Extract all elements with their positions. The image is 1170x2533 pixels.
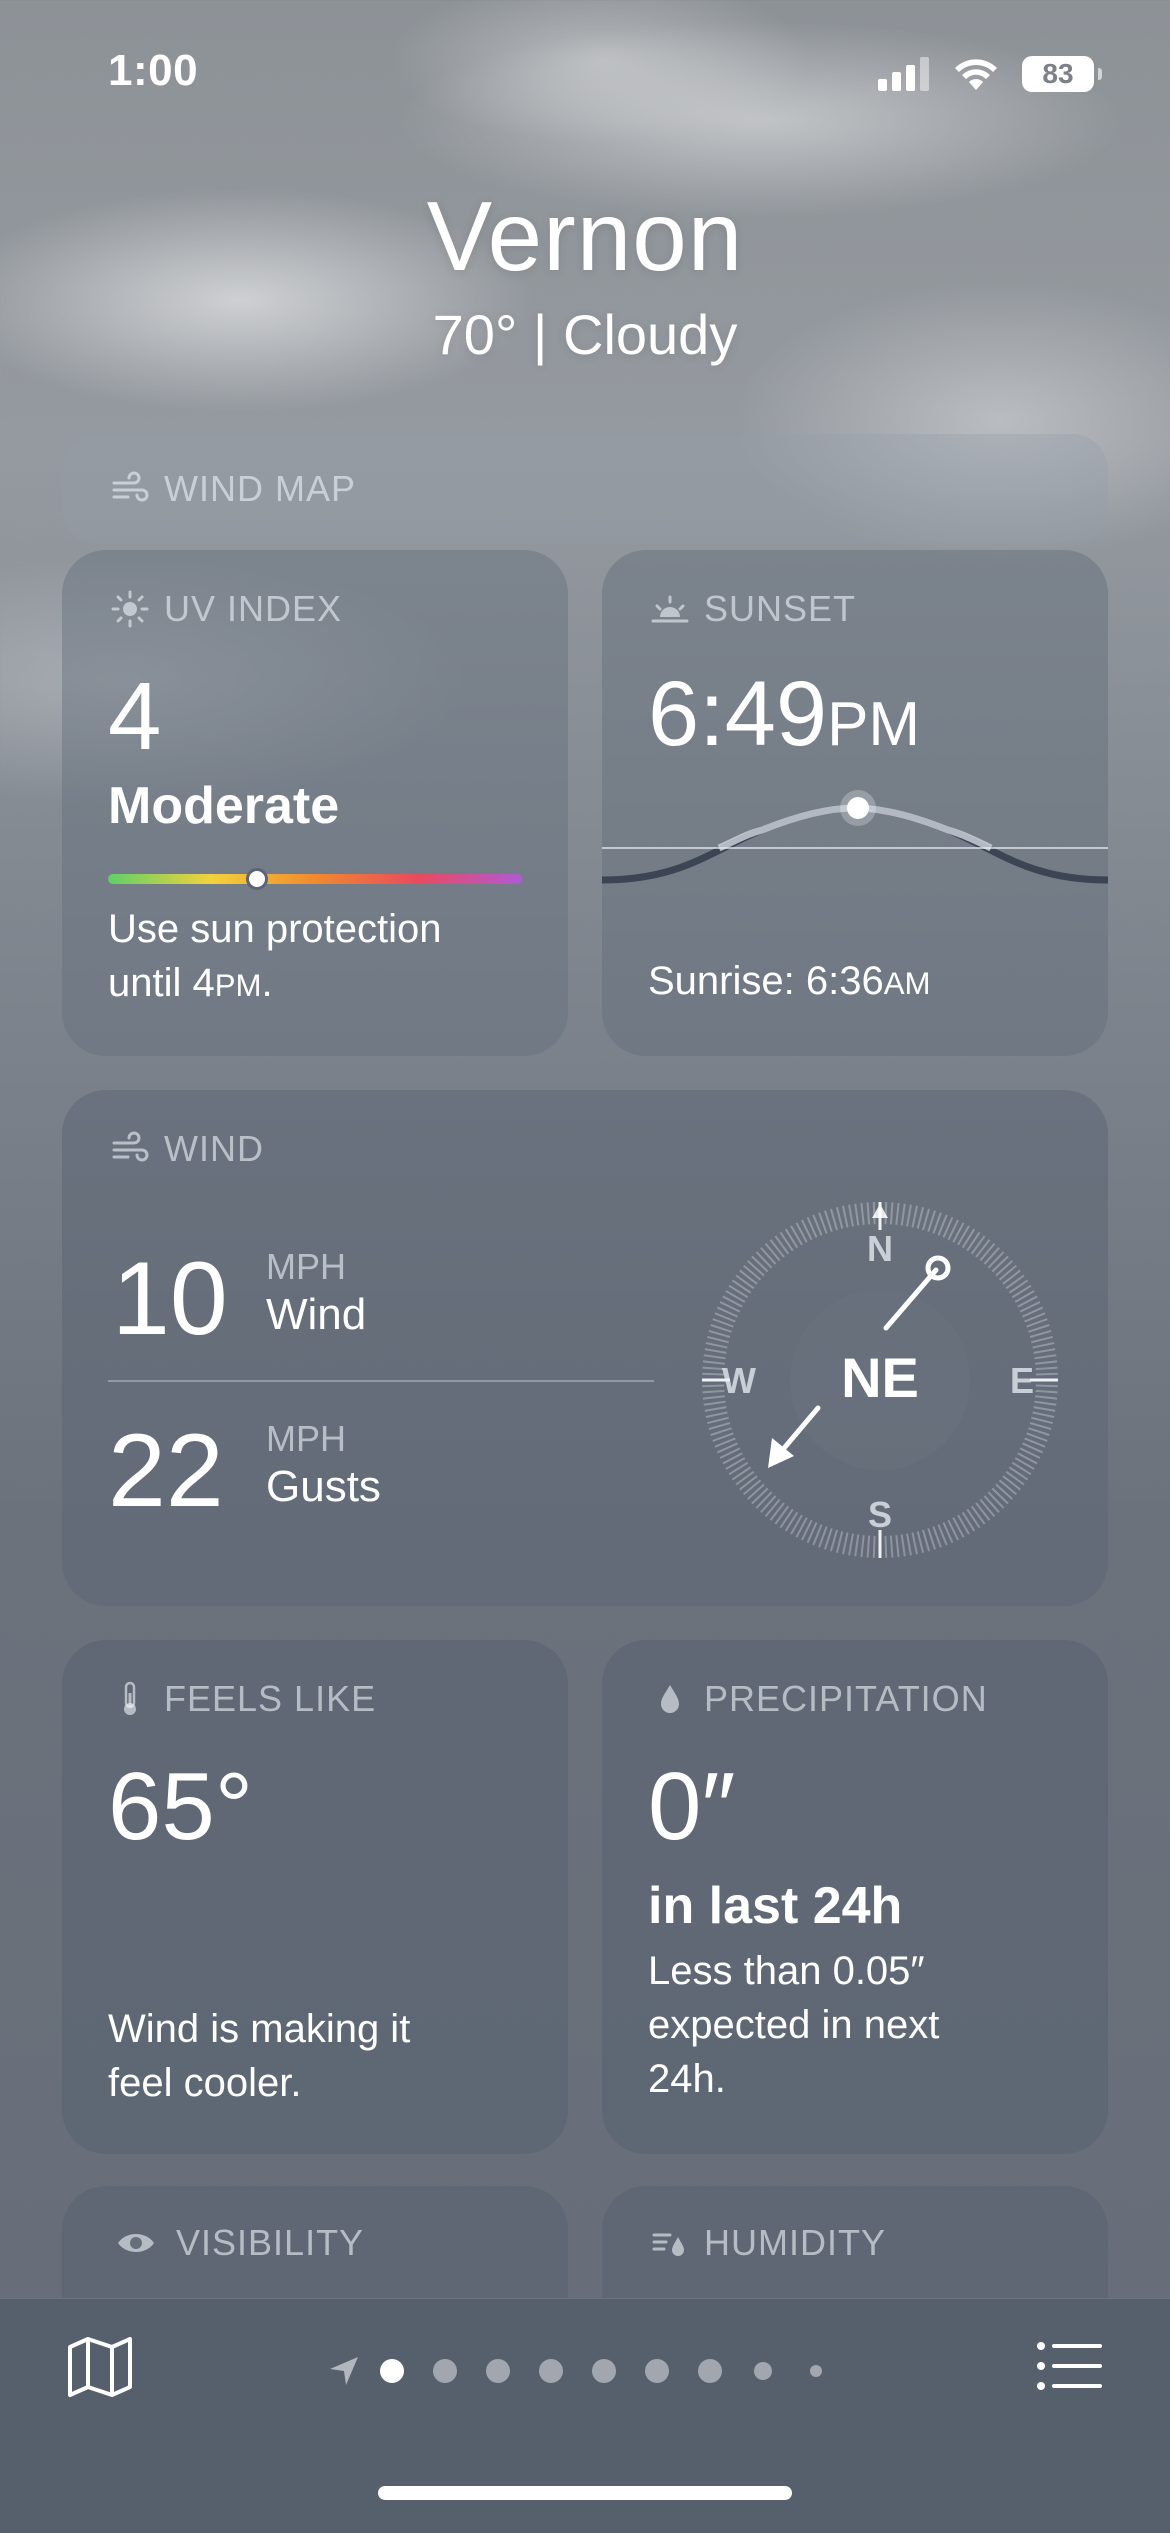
sunrise-time: Sunrise: 6:36AM <box>648 959 931 1003</box>
map-icon[interactable] <box>66 2335 134 2399</box>
feels-like-value: 65° <box>108 1753 254 1860</box>
thermometer-icon <box>124 1681 136 1715</box>
home-indicator[interactable] <box>378 2486 792 2500</box>
feels-like-label: FEELS LIKE <box>164 1678 377 1719</box>
wind-header: WIND <box>110 1128 264 1170</box>
precipitation-description: Less than 0.05″ expected in next 24h. <box>648 1944 939 2106</box>
list-icon[interactable] <box>1036 2341 1102 2391</box>
wind-divider <box>108 1380 654 1382</box>
wind-speed-value: 10 <box>112 1241 228 1357</box>
wind-compass: NE N E S W <box>700 1200 1060 1560</box>
feels-like-card[interactable]: FEELS LIKE 65° Wind is making it feel co… <box>62 1640 568 2154</box>
feels-like-description: Wind is making it feel cooler. <box>108 2002 410 2110</box>
sunset-header: SUNSET <box>650 588 856 630</box>
eye-icon <box>118 2234 154 2252</box>
cellular-signal-icon <box>878 57 929 91</box>
page-dot[interactable] <box>645 2359 669 2383</box>
uv-index-card[interactable]: UV INDEX 4 Moderate Use sun protection u… <box>62 550 568 1056</box>
precip-desc-line2: expected in next <box>648 2003 940 2047</box>
uv-desc-line1: Use sun protection <box>108 907 442 951</box>
uv-desc-line2: until 4PM. <box>108 961 273 1005</box>
feels-like-header: FEELS LIKE <box>110 1678 376 1720</box>
precipitation-value: 0″ <box>648 1753 736 1860</box>
wind-speed-unit: MPH <box>266 1246 346 1287</box>
page-dot[interactable] <box>592 2359 616 2383</box>
visibility-label: VISIBILITY <box>176 2222 365 2263</box>
feels-like-desc-line1: Wind is making it <box>108 2007 411 2051</box>
current-summary: 70° | Cloudy <box>432 303 738 366</box>
humidity-icon <box>652 2233 684 2256</box>
sunset-card[interactable]: SUNSET 6:49PM Sunrise: 6:36AM <box>602 550 1108 1056</box>
status-time: 1:00 <box>108 46 199 95</box>
page-dot[interactable] <box>698 2359 722 2383</box>
battery-level: 83 <box>1042 58 1074 89</box>
sunset-label: SUNSET <box>704 588 857 629</box>
wind-icon <box>112 1131 149 1162</box>
feels-like-desc-line2: feel cooler. <box>108 2061 302 2105</box>
wind-icon <box>112 471 149 502</box>
page-indicator[interactable] <box>320 2339 850 2399</box>
wind-map-header: WIND MAP <box>110 468 356 510</box>
humidity-label: HUMIDITY <box>704 2222 886 2263</box>
raindrop-icon <box>661 1685 679 1713</box>
precipitation-label: PRECIPITATION <box>704 1678 988 1719</box>
sunset-time: 6:49PM <box>648 663 921 765</box>
uv-index-value: 4 <box>108 663 162 770</box>
wind-map-card[interactable]: WIND MAP <box>62 434 1108 544</box>
precipitation-period: in last 24h <box>648 1877 903 1935</box>
page-dot[interactable] <box>380 2359 404 2383</box>
wind-map-label: WIND MAP <box>164 468 356 509</box>
page-dot[interactable] <box>539 2359 563 2383</box>
wind-direction-arrow <box>768 1255 951 1468</box>
precipitation-header: PRECIPITATION <box>650 1678 988 1720</box>
uv-index-level: Moderate <box>108 777 340 835</box>
wind-gusts-value: 22 <box>108 1413 224 1529</box>
uv-index-label: UV INDEX <box>164 588 343 629</box>
uv-scale-marker <box>246 868 269 890</box>
uv-scale-bar <box>108 874 522 884</box>
battery-indicator: 83 <box>1022 56 1102 92</box>
page-dot[interactable] <box>486 2359 510 2383</box>
location-arrow-icon <box>330 2357 358 2385</box>
uv-description: Use sun protection until 4PM. <box>108 902 442 1013</box>
city-name: Vernon <box>426 181 744 291</box>
sunset-icon <box>651 595 689 623</box>
precip-desc-line1: Less than 0.05″ <box>648 1949 925 1993</box>
wifi-icon <box>955 59 997 90</box>
precipitation-card[interactable]: PRECIPITATION 0″ in last 24h Less than 0… <box>602 1640 1108 2154</box>
wind-speed-label: Wind <box>266 1290 367 1339</box>
status-icons: 83 <box>878 54 1102 94</box>
page-dot[interactable] <box>810 2365 822 2377</box>
sun-icon <box>111 590 149 628</box>
wind-label: WIND <box>164 1128 264 1169</box>
page-dot[interactable] <box>754 2362 772 2380</box>
wind-card[interactable]: WIND 10 MPH Wind 22 MPH Gusts NE N E S W <box>62 1090 1108 1606</box>
uv-index-header: UV INDEX <box>110 588 342 630</box>
humidity-header: HUMIDITY <box>650 2222 886 2264</box>
sun-path-graph <box>602 790 1108 884</box>
visibility-header: VISIBILITY <box>110 2222 364 2264</box>
wind-gusts-label: Gusts <box>266 1462 381 1511</box>
precip-desc-line3: 24h. <box>648 2057 726 2101</box>
wind-gusts-unit: MPH <box>266 1418 346 1459</box>
page-dot[interactable] <box>433 2359 457 2383</box>
